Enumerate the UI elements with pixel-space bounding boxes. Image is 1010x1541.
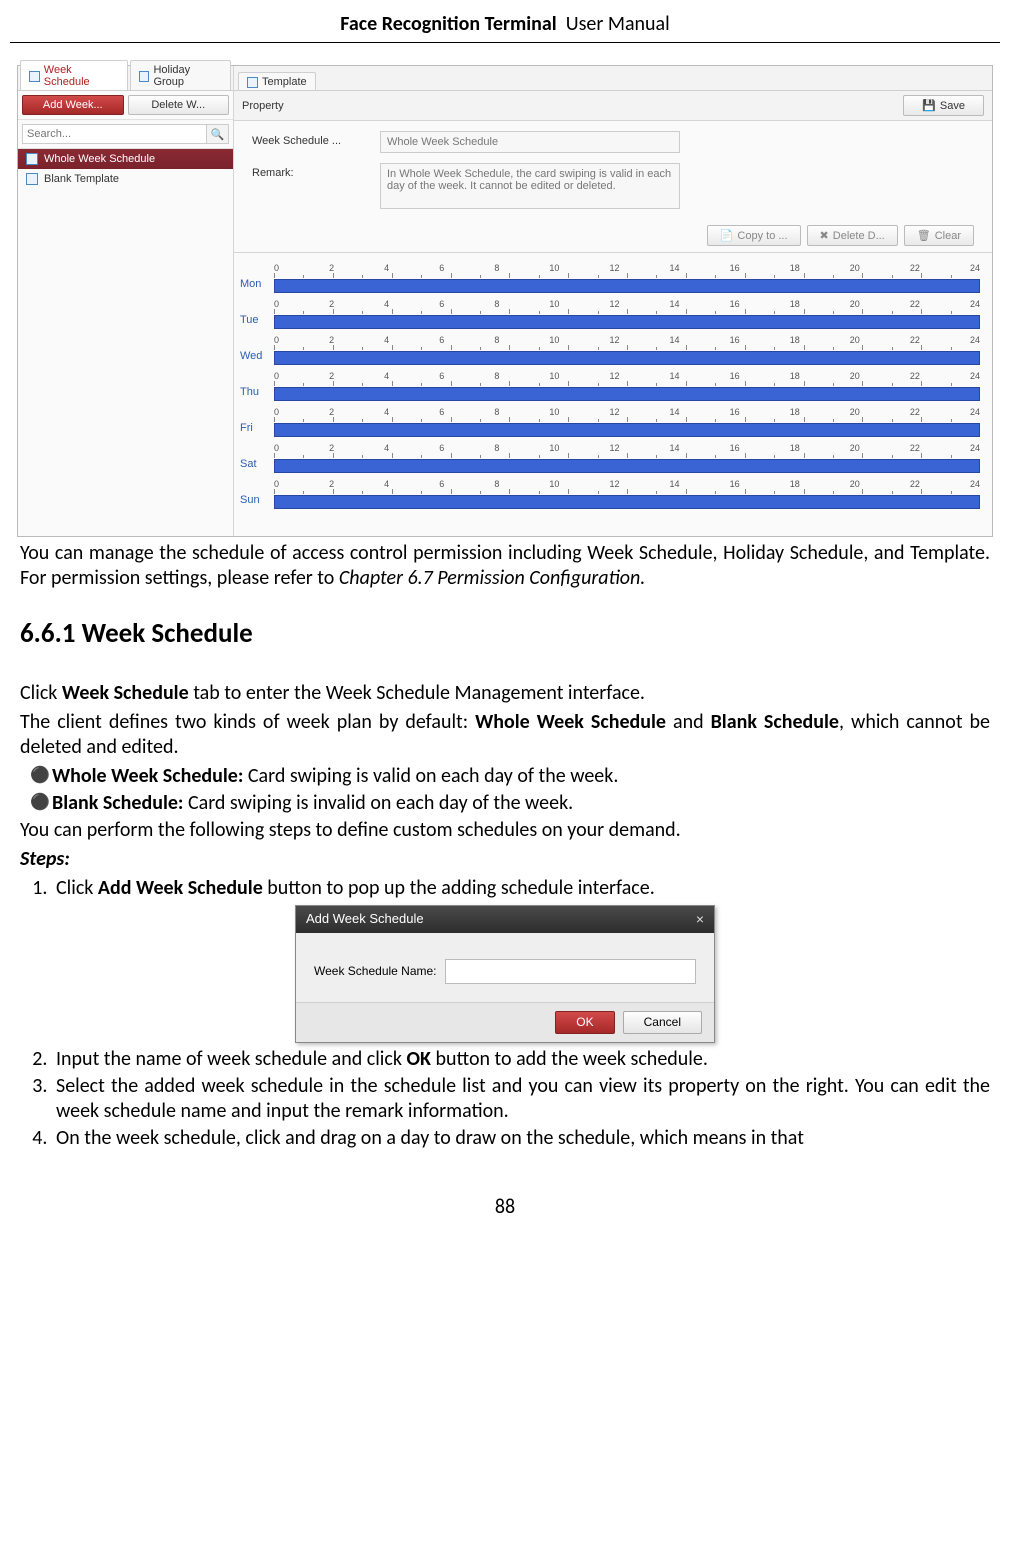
clear-button[interactable]: 🗑Clear [904, 225, 974, 246]
step-3: Select the added week schedule in the sc… [52, 1074, 990, 1124]
remark-textarea[interactable]: In Whole Week Schedule, the card swiping… [380, 163, 680, 209]
header-bold: Face Recognition Terminal [340, 12, 556, 36]
delete-week-button[interactable]: Delete W... [128, 95, 230, 115]
day-timeline[interactable]: 024681012141618202224 [274, 373, 980, 403]
day-label: Tue [240, 314, 274, 331]
week-schedule-screenshot: Week Schedule Holiday Group Template Add… [17, 65, 993, 537]
add-week-button[interactable]: Add Week... [22, 95, 124, 115]
p-custom: You can perform the following steps to d… [20, 818, 990, 843]
save-button[interactable]: 💾Save [903, 95, 984, 116]
day-timeline[interactable]: 024681012141618202224 [274, 445, 980, 475]
close-icon[interactable]: × [696, 911, 704, 929]
day-label: Sun [240, 494, 274, 511]
tab-week-schedule[interactable]: Week Schedule [20, 60, 128, 90]
day-timeline[interactable]: 024681012141618202224 [274, 337, 980, 367]
day-label: Sat [240, 458, 274, 475]
day-label: Thu [240, 386, 274, 403]
day-label: Mon [240, 278, 274, 295]
search-icon[interactable]: 🔍 [207, 124, 229, 144]
schedule-icon [29, 71, 40, 82]
dialog-name-input[interactable] [445, 959, 696, 984]
p-click-tab: Click Week Schedule tab to enter the Wee… [20, 681, 990, 706]
ok-button[interactable]: OK [555, 1011, 614, 1034]
steps-label: Steps: [20, 847, 990, 872]
cancel-button[interactable]: Cancel [623, 1011, 702, 1034]
schedule-icon [139, 71, 150, 82]
trash-icon: 🗑 [917, 229, 931, 242]
add-week-schedule-dialog: Add Week Schedule × Week Schedule Name: O… [295, 905, 715, 1044]
delete-duration-button[interactable]: ✖Delete D... [807, 225, 898, 246]
schedule-grid: Mon024681012141618202224Tue0246810121416… [234, 252, 992, 536]
property-title: Property [242, 100, 284, 112]
bullet-whole-week: ⚫Whole Week Schedule: Card swiping is va… [30, 764, 990, 789]
step-2: Input the name of week schedule and clic… [52, 1047, 990, 1072]
section-heading: 6.6.1 Week Schedule [20, 617, 990, 651]
list-item-blank-template[interactable]: Blank Template [18, 169, 233, 189]
header-rest: User Manual [566, 12, 670, 36]
tab-holiday-group[interactable]: Holiday Group [130, 60, 231, 90]
day-label: Wed [240, 350, 274, 367]
copy-icon: 📄 [720, 229, 734, 242]
day-timeline[interactable]: 024681012141618202224 [274, 409, 980, 439]
form-name-label: Week Schedule ... [252, 131, 380, 147]
list-item-whole-week[interactable]: Whole Week Schedule [18, 149, 233, 169]
page-header: Face Recognition Terminal User Manual [10, 12, 1000, 43]
schedule-icon [26, 173, 38, 185]
delete-icon: ✖ [820, 229, 829, 242]
dialog-label: Week Schedule Name: [314, 964, 437, 979]
step-4: On the week schedule, click and drag on … [52, 1126, 990, 1151]
step-1: Click Add Week Schedule button to pop up… [52, 876, 990, 901]
save-icon: 💾 [922, 99, 936, 112]
copy-to-button[interactable]: 📄Copy to ... [707, 225, 801, 246]
search-input[interactable] [22, 124, 207, 144]
day-timeline[interactable]: 024681012141618202224 [274, 301, 980, 331]
day-timeline[interactable]: 024681012141618202224 [274, 265, 980, 295]
tab-bar: Week Schedule Holiday Group Template [18, 66, 233, 91]
p-defaults: The client defines two kinds of week pla… [20, 710, 990, 760]
dialog-title: Add Week Schedule [306, 911, 424, 927]
page-number: 88 [10, 1195, 1000, 1219]
day-label: Fri [240, 422, 274, 439]
week-schedule-name-input[interactable] [380, 131, 680, 153]
bullet-blank: ⚫Blank Schedule: Card swiping is invalid… [30, 791, 990, 816]
day-timeline[interactable]: 024681012141618202224 [274, 481, 980, 511]
tab-template[interactable]: Template [238, 72, 316, 90]
schedule-icon [247, 77, 258, 88]
intro-paragraph: You can manage the schedule of access co… [20, 541, 990, 591]
schedule-icon [26, 153, 38, 165]
form-remark-label: Remark: [252, 163, 380, 179]
